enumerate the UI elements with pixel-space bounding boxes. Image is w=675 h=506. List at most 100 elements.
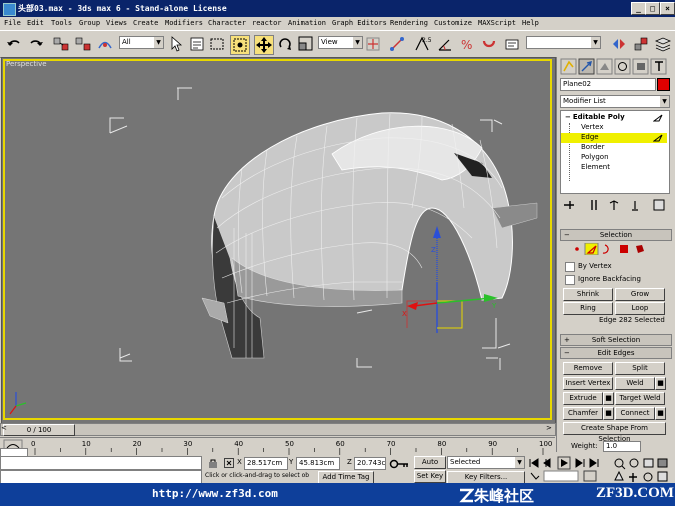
menu-tools[interactable]: Tools	[51, 17, 72, 30]
menu-graph-editors[interactable]: Graph Editors	[332, 17, 387, 30]
unlink-selection-icon[interactable]	[74, 35, 92, 53]
z-coordinate-input[interactable]: 20.743c	[354, 457, 386, 470]
menu-maxscript[interactable]: MAXScript	[478, 17, 516, 30]
collapse-icon[interactable]: −	[565, 113, 571, 121]
stack-item-polygon[interactable]: Polygon	[581, 153, 609, 161]
select-by-name-icon[interactable]	[188, 35, 206, 53]
track-bar[interactable]: 0 10 20 30 40 50 60 70 80 90 100	[0, 437, 555, 457]
key-mode-dropdown[interactable]: Selected ▼	[447, 456, 525, 469]
absolute-transform-icon[interactable]	[224, 458, 234, 468]
maxscript-output-mini[interactable]	[0, 470, 202, 484]
stack-item-vertex[interactable]: Vertex	[581, 123, 604, 131]
expand-icon[interactable]: +	[564, 335, 570, 345]
snap-toggle-icon[interactable]: 2.5	[413, 35, 431, 53]
by-vertex-checkbox[interactable]	[565, 262, 575, 272]
stack-item-element[interactable]: Element	[581, 163, 610, 171]
weld-button[interactable]: Weld	[615, 377, 655, 390]
stack-item-edge-highlight[interactable]	[561, 133, 667, 143]
named-selection-sets-dropdown[interactable]: ▼	[526, 36, 601, 49]
timeline-ruler[interactable]: 0 10 20 30 40 50 60 70 80 90 100	[27, 438, 553, 456]
collapse-icon[interactable]: −	[564, 348, 570, 358]
minimize-button[interactable]: _	[631, 2, 646, 15]
connect-settings-button[interactable]: ■	[655, 407, 666, 420]
menu-animation[interactable]: Animation	[288, 17, 326, 30]
pivot-center-icon[interactable]	[364, 35, 382, 53]
edit-named-selection-icon[interactable]	[503, 35, 521, 53]
y-coordinate-input[interactable]: 45.813cm	[296, 457, 340, 470]
soft-selection-rollout-header[interactable]: + Soft Selection	[560, 334, 672, 346]
time-slider-thumb[interactable]: 0 / 100	[3, 424, 75, 436]
menu-reactor[interactable]: reactor	[252, 17, 282, 30]
maxscript-listener-mini[interactable]	[0, 456, 202, 470]
collapse-icon[interactable]: −	[564, 230, 570, 240]
time-slider-right-arrow[interactable]: >	[546, 424, 552, 432]
weld-settings-button[interactable]: ■	[655, 377, 666, 390]
stack-item-border[interactable]: Border	[581, 143, 604, 151]
redo-icon[interactable]	[27, 35, 45, 53]
maximize-button[interactable]: □	[645, 2, 660, 15]
set-key-button[interactable]: Set Key	[414, 470, 446, 483]
select-and-manipulate-icon[interactable]	[388, 35, 406, 53]
mirror-icon[interactable]	[610, 35, 628, 53]
stack-item-edge[interactable]: Edge	[581, 133, 599, 141]
select-and-link-icon[interactable]	[52, 35, 70, 53]
selection-rollout-header[interactable]: − Selection	[560, 229, 672, 241]
edit-edges-rollout-header[interactable]: − Edit Edges	[560, 347, 672, 359]
chamfer-settings-button[interactable]: ■	[603, 407, 614, 420]
select-object-icon[interactable]	[167, 35, 185, 53]
align-icon[interactable]	[632, 35, 650, 53]
ring-button[interactable]: Ring	[563, 302, 613, 315]
split-button[interactable]: Split	[615, 362, 665, 375]
remove-button[interactable]: Remove	[563, 362, 613, 375]
insert-vertex-button[interactable]: Insert Vertex	[563, 377, 613, 390]
rectangular-selection-icon[interactable]	[208, 35, 226, 53]
time-slider-left-arrow[interactable]: <	[1, 424, 7, 432]
window-crossing-icon[interactable]	[230, 35, 250, 55]
menu-rendering[interactable]: Rendering	[390, 17, 428, 30]
menu-create[interactable]: Create	[133, 17, 158, 30]
x-coordinate-input[interactable]: 28.517cm	[244, 457, 288, 470]
menu-views[interactable]: Views	[106, 17, 127, 30]
menu-group[interactable]: Group	[79, 17, 100, 30]
chamfer-button[interactable]: Chamfer	[563, 407, 603, 420]
close-button[interactable]: ×	[660, 2, 675, 15]
percent-snap-icon[interactable]: %	[458, 35, 476, 53]
create-shape-button[interactable]: Create Shape From Selection	[563, 422, 666, 443]
extrude-button[interactable]: Extrude	[563, 392, 603, 405]
loop-button[interactable]: Loop	[615, 302, 665, 315]
object-name-field[interactable]: Plane02	[560, 78, 656, 91]
select-and-scale-icon[interactable]	[297, 35, 315, 53]
menu-character[interactable]: Character	[208, 17, 246, 30]
time-slider[interactable]: 0 / 100 < >	[0, 422, 556, 436]
menu-edit[interactable]: Edit	[27, 17, 44, 30]
watermark-url[interactable]: http://www.zf3d.com	[152, 487, 278, 500]
undo-icon[interactable]	[5, 35, 23, 53]
lock-selection-icon[interactable]	[208, 458, 218, 468]
shrink-button[interactable]: Shrink	[563, 288, 613, 301]
layer-manager-icon[interactable]	[654, 35, 672, 53]
modifier-list-dropdown[interactable]: Modifier List ▼	[560, 95, 670, 108]
ignore-backfacing-checkbox[interactable]	[565, 275, 575, 285]
object-color-swatch[interactable]	[657, 78, 670, 91]
menu-modifiers[interactable]: Modifiers	[165, 17, 203, 30]
spinner-snap-icon[interactable]	[480, 35, 498, 53]
auto-key-button[interactable]: Auto Key	[414, 456, 446, 477]
menu-file[interactable]: File	[4, 17, 21, 30]
connect-button[interactable]: Connect	[615, 407, 655, 420]
target-weld-button[interactable]: Target Weld	[615, 392, 665, 405]
selection-filter-dropdown[interactable]: All ▼	[119, 36, 164, 49]
perspective-viewport[interactable]: Perspective Z Y X	[1, 57, 556, 424]
reference-coordinate-dropdown[interactable]: View ▼	[318, 36, 363, 49]
bind-to-space-warp-icon[interactable]	[96, 35, 114, 53]
modifier-stack[interactable]: − Editable Poly Vertex Edge Border Polygo…	[560, 110, 670, 194]
grow-button[interactable]: Grow	[615, 288, 665, 301]
stack-item-editable-poly[interactable]: − Editable Poly	[565, 113, 625, 121]
select-and-rotate-icon[interactable]	[276, 35, 294, 53]
angle-snap-icon[interactable]	[436, 35, 454, 53]
soft-selection-title: Soft Selection	[591, 336, 641, 344]
extrude-settings-button[interactable]: ■	[603, 392, 614, 405]
select-and-move-icon[interactable]	[254, 35, 274, 55]
weight-input[interactable]: 1.0	[603, 441, 641, 452]
menu-customize[interactable]: Customize	[434, 17, 472, 30]
menu-help[interactable]: Help	[522, 17, 539, 30]
